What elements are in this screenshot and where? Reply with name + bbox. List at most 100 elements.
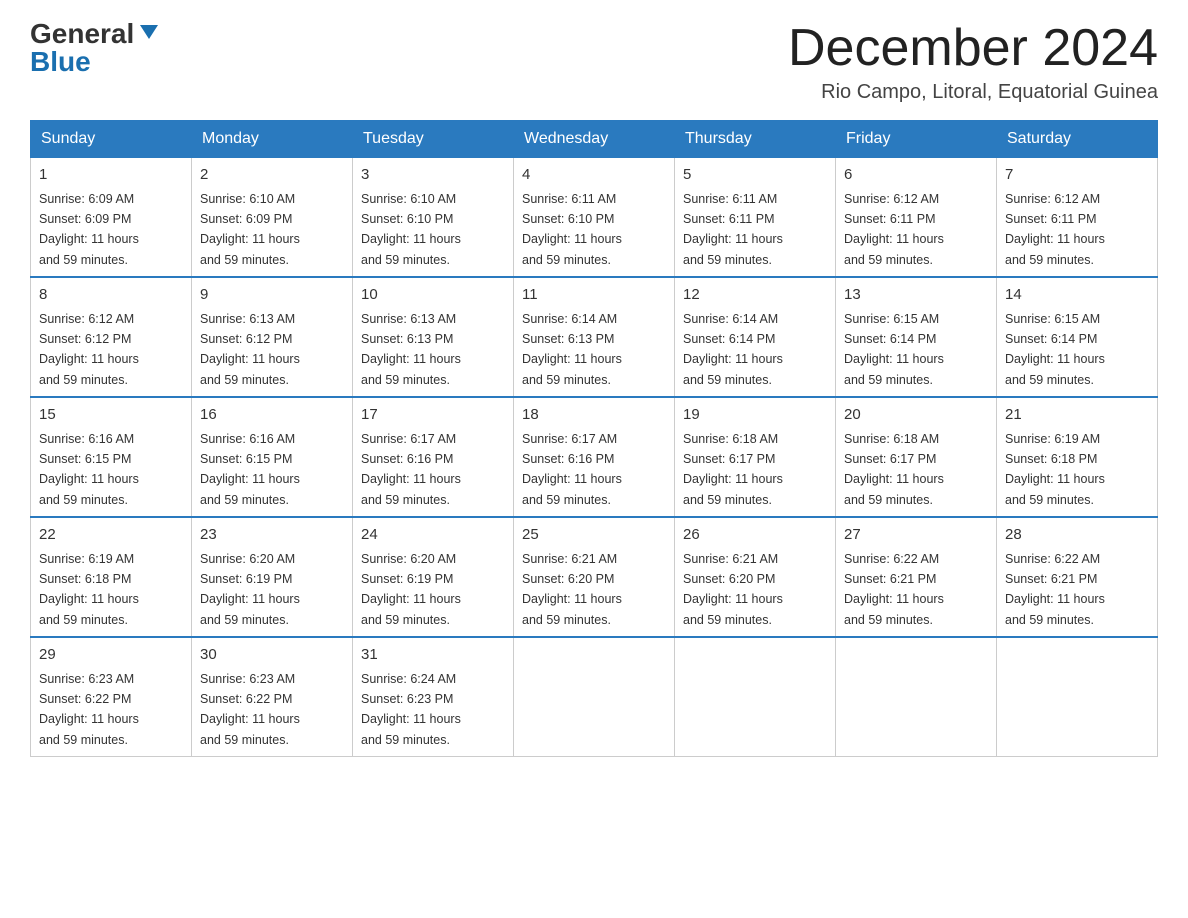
day-number: 29	[39, 644, 183, 667]
calendar-cell: 29 Sunrise: 6:23 AMSunset: 6:22 PMDaylig…	[31, 637, 192, 757]
day-number: 14	[1005, 284, 1149, 307]
col-header-sunday: Sunday	[31, 121, 192, 157]
calendar-cell: 2 Sunrise: 6:10 AMSunset: 6:09 PMDayligh…	[192, 157, 353, 277]
day-number: 9	[200, 284, 344, 307]
location-title: Rio Campo, Litoral, Equatorial Guinea	[788, 81, 1158, 104]
page-header: General Blue December 2024 Rio Campo, Li…	[30, 20, 1158, 104]
day-info: Sunrise: 6:18 AMSunset: 6:17 PMDaylight:…	[844, 432, 944, 507]
day-info: Sunrise: 6:21 AMSunset: 6:20 PMDaylight:…	[522, 552, 622, 627]
day-number: 23	[200, 524, 344, 547]
day-info: Sunrise: 6:24 AMSunset: 6:23 PMDaylight:…	[361, 672, 461, 747]
calendar-week-row-3: 15 Sunrise: 6:16 AMSunset: 6:15 PMDaylig…	[31, 397, 1158, 517]
logo: General Blue	[30, 20, 160, 76]
col-header-tuesday: Tuesday	[353, 121, 514, 157]
day-number: 10	[361, 284, 505, 307]
day-number: 4	[522, 164, 666, 187]
day-info: Sunrise: 6:16 AMSunset: 6:15 PMDaylight:…	[39, 432, 139, 507]
day-info: Sunrise: 6:10 AMSunset: 6:09 PMDaylight:…	[200, 192, 300, 267]
calendar-cell: 5 Sunrise: 6:11 AMSunset: 6:11 PMDayligh…	[675, 157, 836, 277]
calendar-week-row-2: 8 Sunrise: 6:12 AMSunset: 6:12 PMDayligh…	[31, 277, 1158, 397]
day-info: Sunrise: 6:22 AMSunset: 6:21 PMDaylight:…	[844, 552, 944, 627]
day-number: 24	[361, 524, 505, 547]
day-number: 30	[200, 644, 344, 667]
day-number: 21	[1005, 404, 1149, 427]
calendar-cell: 24 Sunrise: 6:20 AMSunset: 6:19 PMDaylig…	[353, 517, 514, 637]
day-number: 3	[361, 164, 505, 187]
col-header-monday: Monday	[192, 121, 353, 157]
col-header-thursday: Thursday	[675, 121, 836, 157]
day-number: 12	[683, 284, 827, 307]
day-number: 7	[1005, 164, 1149, 187]
calendar-cell: 31 Sunrise: 6:24 AMSunset: 6:23 PMDaylig…	[353, 637, 514, 757]
day-info: Sunrise: 6:10 AMSunset: 6:10 PMDaylight:…	[361, 192, 461, 267]
calendar-cell: 6 Sunrise: 6:12 AMSunset: 6:11 PMDayligh…	[836, 157, 997, 277]
calendar-cell: 9 Sunrise: 6:13 AMSunset: 6:12 PMDayligh…	[192, 277, 353, 397]
day-info: Sunrise: 6:15 AMSunset: 6:14 PMDaylight:…	[1005, 312, 1105, 387]
day-info: Sunrise: 6:12 AMSunset: 6:12 PMDaylight:…	[39, 312, 139, 387]
calendar-cell: 17 Sunrise: 6:17 AMSunset: 6:16 PMDaylig…	[353, 397, 514, 517]
day-info: Sunrise: 6:11 AMSunset: 6:11 PMDaylight:…	[683, 192, 783, 267]
day-info: Sunrise: 6:18 AMSunset: 6:17 PMDaylight:…	[683, 432, 783, 507]
day-info: Sunrise: 6:11 AMSunset: 6:10 PMDaylight:…	[522, 192, 622, 267]
calendar-cell: 11 Sunrise: 6:14 AMSunset: 6:13 PMDaylig…	[514, 277, 675, 397]
col-header-friday: Friday	[836, 121, 997, 157]
day-info: Sunrise: 6:14 AMSunset: 6:13 PMDaylight:…	[522, 312, 622, 387]
day-number: 5	[683, 164, 827, 187]
calendar-cell: 10 Sunrise: 6:13 AMSunset: 6:13 PMDaylig…	[353, 277, 514, 397]
day-number: 19	[683, 404, 827, 427]
day-number: 15	[39, 404, 183, 427]
calendar-cell: 27 Sunrise: 6:22 AMSunset: 6:21 PMDaylig…	[836, 517, 997, 637]
day-number: 17	[361, 404, 505, 427]
day-number: 26	[683, 524, 827, 547]
day-info: Sunrise: 6:13 AMSunset: 6:12 PMDaylight:…	[200, 312, 300, 387]
day-number: 2	[200, 164, 344, 187]
day-number: 16	[200, 404, 344, 427]
day-info: Sunrise: 6:16 AMSunset: 6:15 PMDaylight:…	[200, 432, 300, 507]
day-info: Sunrise: 6:23 AMSunset: 6:22 PMDaylight:…	[39, 672, 139, 747]
calendar-cell: 30 Sunrise: 6:23 AMSunset: 6:22 PMDaylig…	[192, 637, 353, 757]
calendar-cell	[514, 637, 675, 757]
day-info: Sunrise: 6:23 AMSunset: 6:22 PMDaylight:…	[200, 672, 300, 747]
day-info: Sunrise: 6:20 AMSunset: 6:19 PMDaylight:…	[361, 552, 461, 627]
day-info: Sunrise: 6:19 AMSunset: 6:18 PMDaylight:…	[39, 552, 139, 627]
calendar-cell: 25 Sunrise: 6:21 AMSunset: 6:20 PMDaylig…	[514, 517, 675, 637]
calendar-cell: 20 Sunrise: 6:18 AMSunset: 6:17 PMDaylig…	[836, 397, 997, 517]
calendar-cell: 28 Sunrise: 6:22 AMSunset: 6:21 PMDaylig…	[997, 517, 1158, 637]
calendar-week-row-5: 29 Sunrise: 6:23 AMSunset: 6:22 PMDaylig…	[31, 637, 1158, 757]
calendar-cell	[836, 637, 997, 757]
calendar-cell: 23 Sunrise: 6:20 AMSunset: 6:19 PMDaylig…	[192, 517, 353, 637]
calendar-cell: 1 Sunrise: 6:09 AMSunset: 6:09 PMDayligh…	[31, 157, 192, 277]
day-number: 6	[844, 164, 988, 187]
calendar-cell: 22 Sunrise: 6:19 AMSunset: 6:18 PMDaylig…	[31, 517, 192, 637]
day-number: 31	[361, 644, 505, 667]
day-info: Sunrise: 6:17 AMSunset: 6:16 PMDaylight:…	[522, 432, 622, 507]
calendar-cell: 4 Sunrise: 6:11 AMSunset: 6:10 PMDayligh…	[514, 157, 675, 277]
day-info: Sunrise: 6:21 AMSunset: 6:20 PMDaylight:…	[683, 552, 783, 627]
logo-arrow-icon	[138, 21, 160, 43]
calendar-cell: 7 Sunrise: 6:12 AMSunset: 6:11 PMDayligh…	[997, 157, 1158, 277]
calendar-cell: 21 Sunrise: 6:19 AMSunset: 6:18 PMDaylig…	[997, 397, 1158, 517]
calendar-header-row: Sunday Monday Tuesday Wednesday Thursday…	[31, 121, 1158, 157]
calendar-cell: 16 Sunrise: 6:16 AMSunset: 6:15 PMDaylig…	[192, 397, 353, 517]
day-info: Sunrise: 6:09 AMSunset: 6:09 PMDaylight:…	[39, 192, 139, 267]
col-header-wednesday: Wednesday	[514, 121, 675, 157]
day-number: 11	[522, 284, 666, 307]
calendar-cell	[997, 637, 1158, 757]
day-number: 8	[39, 284, 183, 307]
calendar-cell: 15 Sunrise: 6:16 AMSunset: 6:15 PMDaylig…	[31, 397, 192, 517]
day-info: Sunrise: 6:15 AMSunset: 6:14 PMDaylight:…	[844, 312, 944, 387]
day-number: 28	[1005, 524, 1149, 547]
day-info: Sunrise: 6:17 AMSunset: 6:16 PMDaylight:…	[361, 432, 461, 507]
calendar-cell: 18 Sunrise: 6:17 AMSunset: 6:16 PMDaylig…	[514, 397, 675, 517]
day-info: Sunrise: 6:22 AMSunset: 6:21 PMDaylight:…	[1005, 552, 1105, 627]
day-info: Sunrise: 6:20 AMSunset: 6:19 PMDaylight:…	[200, 552, 300, 627]
day-number: 18	[522, 404, 666, 427]
calendar-table: Sunday Monday Tuesday Wednesday Thursday…	[30, 120, 1158, 757]
logo-blue-text: Blue	[30, 48, 91, 76]
month-title: December 2024	[788, 20, 1158, 77]
day-info: Sunrise: 6:14 AMSunset: 6:14 PMDaylight:…	[683, 312, 783, 387]
day-number: 13	[844, 284, 988, 307]
title-area: December 2024 Rio Campo, Litoral, Equato…	[788, 20, 1158, 104]
day-number: 22	[39, 524, 183, 547]
logo-general-text: General	[30, 20, 134, 48]
